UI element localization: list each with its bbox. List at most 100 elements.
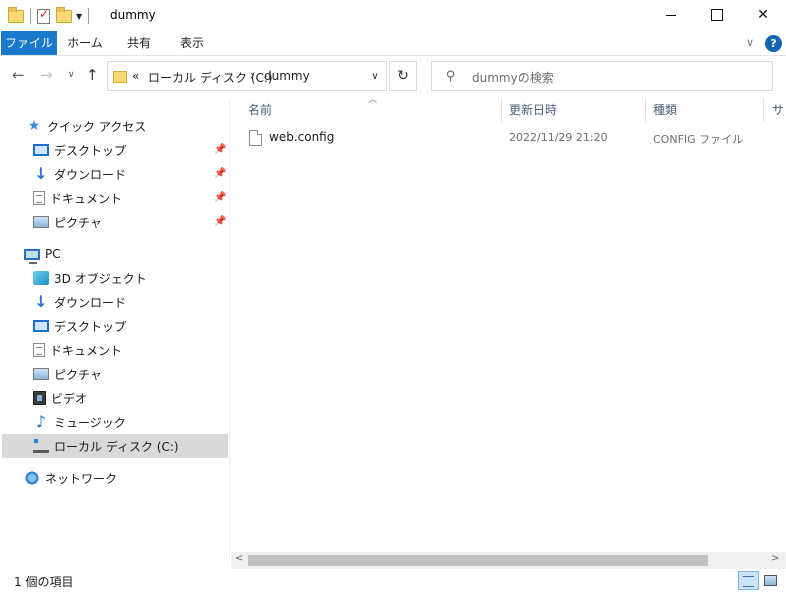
divider [88,8,90,24]
sidebar-item-label: ダウンロード [54,167,127,182]
video-icon [33,391,46,405]
item-count: 1 個の項目 [14,575,74,589]
desktop-icon [33,320,49,332]
sidebar-item-label: ネットワーク [45,471,118,486]
new-folder-icon[interactable] [56,6,72,23]
status-bar: 1 個の項目 [0,569,786,593]
sidebar-item-3d-objects[interactable]: 3D オブジェクト [33,266,147,290]
details-view-icon[interactable] [738,571,759,590]
sidebar-item-local-disk[interactable]: ローカル ディスク (C:) [2,434,228,458]
picture-icon [33,368,49,380]
picture-icon [33,216,49,228]
close-button[interactable]: ✕ [740,0,786,30]
sidebar-item-label: クイック アクセス [47,119,147,134]
sidebar-item-desktop-pc[interactable]: デスクトップ [33,314,126,338]
large-icons-view-icon[interactable] [762,572,778,588]
sidebar-item-downloads[interactable]: ↓ ダウンロード [33,162,126,186]
file-icon [249,130,262,146]
sidebar-item-label: デスクトップ [54,319,127,334]
refresh-button[interactable]: ↻ [389,61,417,91]
download-icon: ↓ [34,292,48,311]
folder-icon [8,6,24,23]
scroll-right-icon[interactable]: > [771,553,779,564]
table-row[interactable]: web.config 2022/11/29 21:20 CONFIG ファイル [243,127,763,149]
minimize-button[interactable] [648,0,694,30]
tab-share[interactable]: 共有 [113,31,165,55]
folder-icon [113,71,127,83]
star-icon: ★ [27,118,41,134]
address-bar[interactable]: « ローカル ディスク (C:) › dummy [107,61,387,91]
expand-ribbon-icon[interactable]: ∨ [746,36,754,49]
horizontal-scrollbar[interactable]: < > [231,552,786,569]
sidebar-item-label: 3D オブジェクト [54,271,147,286]
sidebar-item-label: ローカル ディスク (C:) [54,439,179,454]
breadcrumb-dummy[interactable]: dummy [264,69,310,83]
sidebar-item-documents[interactable]: ドキュメント [33,186,122,210]
column-header-date[interactable]: 更新日時 [509,96,557,124]
file-date: 2022/11/29 21:20 [509,131,608,144]
sidebar-item-label: ドキュメント [50,191,123,206]
sidebar-item-pictures-pc[interactable]: ピクチャ [33,362,102,386]
tab-home[interactable]: ホーム [57,31,113,55]
sidebar-item-pictures[interactable]: ピクチャ [33,210,102,234]
search-placeholder: dummyの検索 [472,71,554,85]
chevron-right-icon[interactable]: › [250,68,255,82]
customize-toolbar-icon[interactable]: ▼ [76,12,82,21]
pin-icon[interactable]: 📌 [214,216,226,227]
document-icon [33,343,45,357]
column-divider[interactable] [763,98,764,122]
cube-icon [33,271,49,285]
divider [30,8,31,24]
file-type: CONFIG ファイル [653,133,744,146]
sidebar-item-label: ピクチャ [54,215,102,230]
column-header-type[interactable]: 種類 [653,96,677,124]
column-divider[interactable] [501,98,502,122]
properties-icon[interactable] [37,7,50,24]
pin-icon[interactable]: 📌 [214,192,226,203]
desktop-icon [33,144,49,156]
address-history-dropdown[interactable]: ∨ [364,61,386,91]
search-icon: ⚲ [446,69,456,84]
up-arrow-icon[interactable]: ↑ [86,66,99,84]
maximize-button[interactable] [694,0,740,30]
title-bar: ▼ dummy ✕ [0,0,786,31]
tab-view[interactable]: 表示 [165,31,219,55]
scrollbar-thumb[interactable] [248,555,708,566]
sidebar-item-pc[interactable]: PC [24,242,61,266]
document-icon [33,191,45,205]
sidebar-item-desktop[interactable]: デスクトップ [33,138,126,162]
breadcrumb-overflow[interactable]: « [132,69,139,83]
column-header-size[interactable]: サ [772,96,784,124]
sidebar-item-label: ミュージック [54,415,126,430]
search-box[interactable]: ⚲ dummyの検索 [431,61,773,91]
sidebar-item-videos[interactable]: ビデオ [33,386,87,410]
file-name: web.config [269,130,335,144]
help-icon[interactable]: ? [765,35,782,52]
column-divider[interactable] [645,98,646,122]
tab-file[interactable]: ファイル [1,31,57,55]
navigation-pane: ★ クイック アクセス デスクトップ 📌 ↓ ダウンロード 📌 ドキュメント 📌… [0,100,230,560]
computer-icon [24,248,40,264]
ribbon: ファイル ホーム 共有 表示 ∨ ? [0,31,786,56]
forward-arrow-icon[interactable]: → [40,66,53,84]
sidebar-item-label: ダウンロード [54,295,127,310]
pin-icon[interactable]: 📌 [214,168,226,179]
pin-icon[interactable]: 📌 [214,144,226,155]
sidebar-item-network[interactable]: ネットワーク [24,466,117,490]
sort-ascending-icon: ︿ [368,95,378,105]
music-note-icon: ♪ [35,412,47,431]
sidebar-item-documents-pc[interactable]: ドキュメント [33,338,122,362]
scroll-left-icon[interactable]: < [235,553,243,564]
file-list: ︿ 名前 更新日時 種類 サ web.config 2022/11/29 21:… [231,95,786,551]
sidebar-item-music[interactable]: ♪ ミュージック [33,410,126,434]
back-arrow-icon[interactable]: ← [12,66,25,84]
recent-locations-icon[interactable]: ∨ [68,70,75,80]
sidebar-item-downloads-pc[interactable]: ↓ ダウンロード [33,290,126,314]
sidebar-item-quick-access[interactable]: ★ クイック アクセス [26,114,147,138]
sidebar-item-label: デスクトップ [54,143,127,158]
sidebar-item-label: ドキュメント [50,343,123,358]
sidebar-item-label: ビデオ [51,391,88,406]
quick-access-toolbar: ▼ [8,6,90,26]
drive-icon [33,439,49,453]
column-header-name[interactable]: 名前 [248,96,272,124]
